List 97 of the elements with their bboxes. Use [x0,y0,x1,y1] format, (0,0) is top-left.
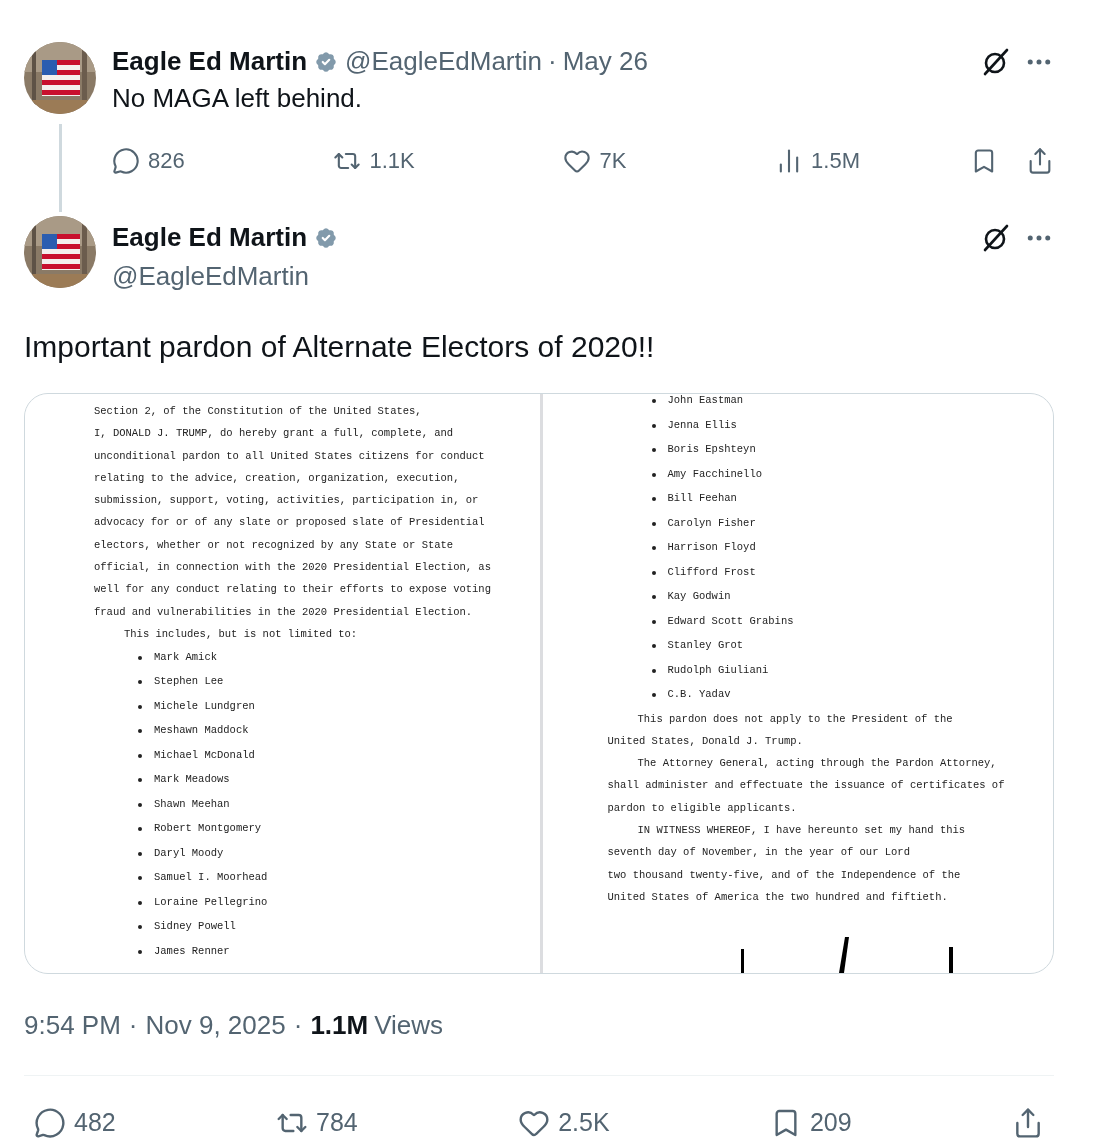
list-item: Shawn Meehan [154,796,230,812]
bullet-icon [138,729,142,733]
list-item: Mark Amick [154,649,217,665]
bullet-icon [651,423,656,428]
document-text: The Attorney General, acting through the Pardon Attorney, [636,756,998,772]
bullet-icon [651,570,656,575]
user-handle[interactable]: @EagleEdMartin [112,257,1054,296]
action-count: 482 [74,1107,116,1138]
user-name[interactable]: Eagle Ed Martin [112,42,308,81]
list-item: Samuel I. Moorhead [154,870,268,886]
list-item: Kay Godwin [667,589,731,605]
list-item: Boris Epshteyn [667,442,756,458]
action-count: 826 [148,147,185,175]
list-item: James Renner [154,943,230,959]
document-text: relating to the advice, creation, organization, execution, [94,470,461,486]
list-item: Michele Lundgren [154,698,255,714]
bullet-icon [651,521,656,526]
user-handle[interactable]: @EagleEdMartin [345,42,542,81]
bullet-icon [651,619,656,624]
media-frame[interactable] [24,393,1054,974]
list-item: Meshawn Maddock [154,723,249,739]
bullet-icon [651,546,656,551]
views-label: Views [374,1009,444,1042]
bullet-icon [651,693,656,698]
document-text: unconditional pardon to all United States citizens for conduct [94,448,486,464]
document-text: official, in connection with the 2020 Presidential Election, as [94,560,492,576]
separator: · [293,1009,303,1042]
list-item: Mark Meadows [154,772,230,788]
bullet-icon [138,827,142,831]
post-date[interactable]: Nov 9, 2025 [145,1006,286,1045]
bullet-icon [651,668,656,673]
bullet-icon [651,472,656,477]
list-item: Amy Facchinello [667,466,762,482]
bullet-icon [138,876,142,880]
bullet-icon [651,644,656,649]
document-text: electors, whether or not recognized by any State or State [94,537,455,553]
document-text: United States of America the two hundred and fiftieth. [607,889,949,905]
post-text: Important pardon of Alternate Electors of 2020!! [24,329,656,365]
bullet-icon [651,399,656,404]
post-date[interactable]: May 26 [562,42,648,81]
bullet-icon [138,851,142,856]
document-text: two thousand twenty-five, and of the Independence of the [607,867,962,883]
document-text: pardon to eligible applicants. [607,800,798,816]
post-text: No MAGA left behind. [112,82,364,115]
document-text: fraud and vulnerabilities in the 2020 Presidential Election. [94,604,474,620]
document-text: I, DONALD J. TRUMP, do hereby grant a full, complete, and [94,426,455,442]
views-count: 1.1M [310,1009,369,1042]
list-item: Stanley Grot [667,638,744,654]
separator: · [128,1009,138,1042]
action-count: 209 [809,1107,852,1138]
user-name[interactable]: Eagle Ed Martin [112,218,308,257]
document-text: seventh day of November, in the year of our Lord [607,845,911,861]
bullet-icon [138,655,142,660]
list-item: Bill Feehan [667,491,737,507]
action-count: 7K [599,147,627,175]
list-item: Carolyn Fisher [667,515,756,531]
document-text: advocacy for or of any slate or proposed slate of Presidential [94,515,486,531]
bullet-icon [138,778,142,782]
bullet-icon [138,802,142,807]
list-item: Sidney Powell [154,919,236,935]
bullet-icon [651,448,656,453]
document-text: shall administer and effectuate the issuance of certificates of [607,778,1006,794]
separator: · [548,45,557,78]
list-item: Rudolph Giuliani [667,662,769,678]
list-item: Loraine Pellegrino [154,894,268,910]
document-text: IN WITNESS WHEREOF, I have hereunto set my hand this [636,823,967,838]
action-count: 1.5M [811,147,860,175]
bullet-icon [138,900,142,905]
bullet-icon [138,753,142,758]
reply-icon[interactable] [112,146,140,175]
document-text: This pardon does not apply to the President of the [636,711,954,727]
list-item: John Eastman [667,394,744,409]
list-item: Robert Montgomery [154,821,262,837]
list-item: C.B. Yadav [667,687,731,703]
list-item: Edward Scott Grabins [667,613,794,629]
list-item: Jenna Ellis [667,417,737,433]
document-text: well for any conduct relating to their efforts to expose voting [94,582,492,598]
action-count: 1.1K [369,147,415,175]
list-item: Daryl Moody [154,845,224,861]
bullet-icon [651,497,656,502]
document-text: This includes, but is not limited to: [123,626,359,642]
bullet-icon [651,595,656,600]
list-item: Harrison Floyd [667,540,756,556]
bullet-icon [138,680,142,684]
bullet-icon [138,925,142,929]
bullet-icon [138,704,142,709]
bullet-icon [138,949,142,954]
post-time[interactable]: 9:54 PM [24,1006,121,1045]
document-text: Section 2, of the Constitution of the United States, [94,404,423,419]
list-item: Michael McDonald [154,747,255,763]
reply-icon[interactable] [34,1106,66,1138]
action-count: 2.5K [558,1107,610,1138]
list-item: Stephen Lee [154,674,224,690]
document-text: United States, Donald J. Trump. [607,733,804,749]
list-item: Clifford Frost [667,564,756,580]
action-count: 784 [316,1107,358,1138]
document-text: submission, support, voting, activities, participation in, or [94,493,480,509]
